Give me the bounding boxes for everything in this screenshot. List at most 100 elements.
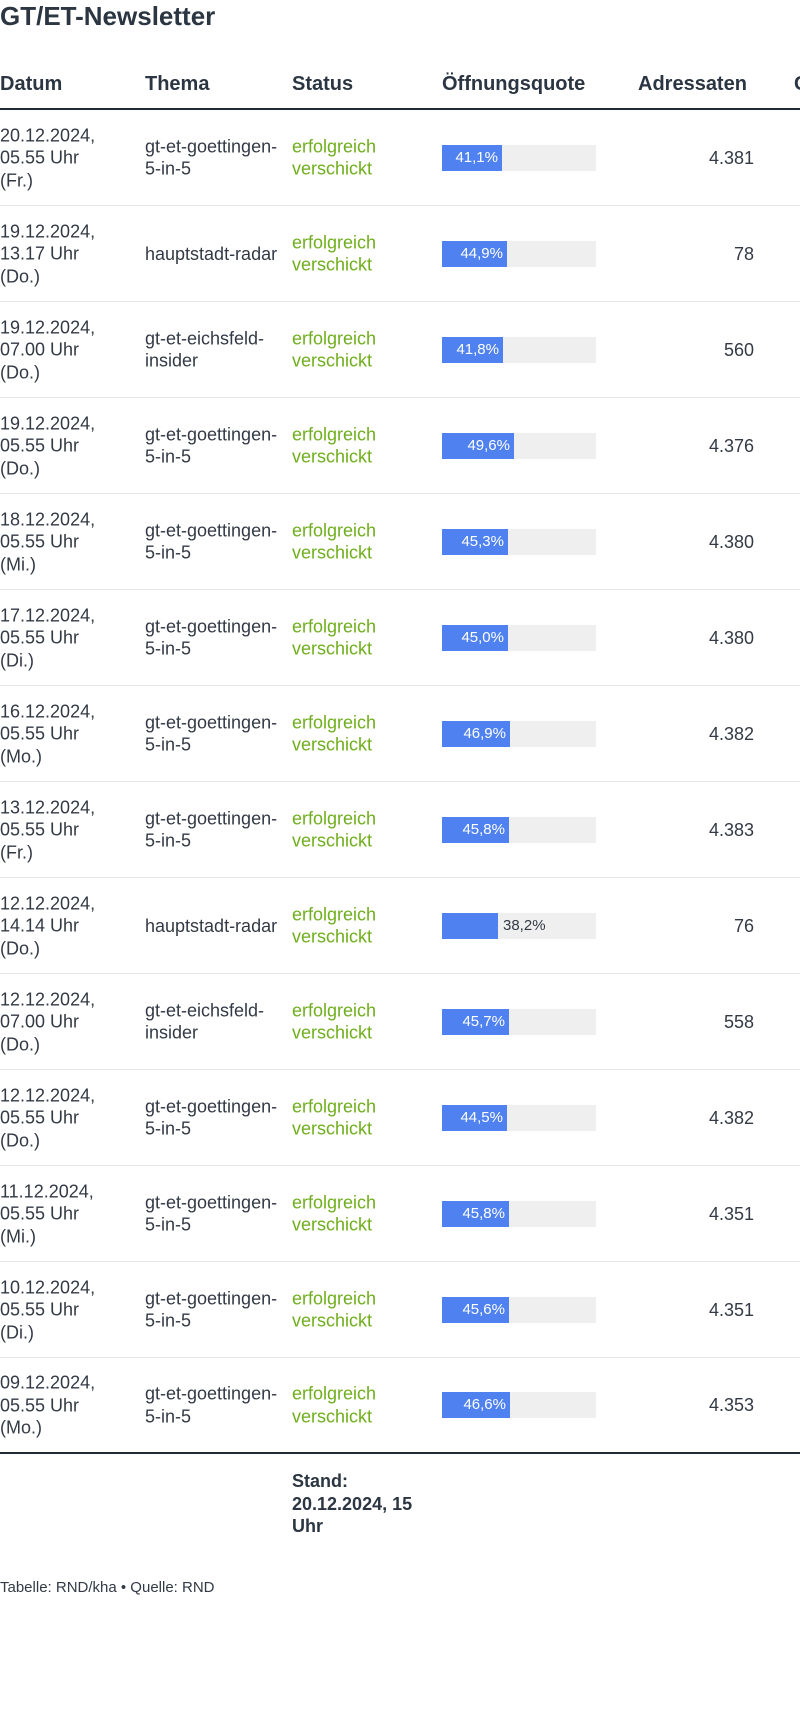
- cell-date: 16.12.2024, 05.55 Uhr (Mo.): [0, 700, 96, 766]
- open-rate-bar-track: 44,9%: [442, 240, 596, 267]
- open-rate-label: 41,8%: [456, 340, 499, 358]
- cell-recipients: 4.376: [708, 435, 754, 456]
- cell-recipients: 558: [723, 1011, 754, 1032]
- cell-theme: hauptstadt-radar: [145, 243, 278, 264]
- cell-date: 10.12.2024, 05.55 Uhr (Di.): [0, 1276, 96, 1342]
- open-rate-label: 45,8%: [462, 820, 505, 838]
- cell-date: 12.12.2024, 05.55 Uhr (Do.): [0, 1084, 96, 1150]
- cell-recipients: 4.382: [708, 723, 754, 744]
- cell-date: 20.12.2024, 05.55 Uhr (Fr.): [0, 124, 96, 190]
- cell-theme: gt-et-goettingen-5-in-5: [145, 712, 278, 755]
- cell-status: erfolgreich verschickt: [292, 1192, 377, 1235]
- table-header: Datum Thema Status Öffnungsquote Adressa…: [0, 62, 800, 110]
- cell-recipients: 78: [733, 243, 754, 264]
- column-header-open-rate[interactable]: Öffnungsquote: [442, 72, 585, 96]
- cell-status: erfolgreich verschickt: [292, 136, 377, 179]
- cell-theme: gt-et-goettingen-5-in-5: [145, 520, 278, 563]
- table-row: 12.12.2024, 05.55 Uhr (Do.) gt-et-goettin…: [0, 1070, 800, 1166]
- table-row: 13.12.2024, 05.55 Uhr (Fr.) gt-et-goettin…: [0, 782, 800, 878]
- cell-recipients: 4.382: [708, 1107, 754, 1128]
- cell-date: 19.12.2024, 13.17 Uhr (Do.): [0, 220, 96, 286]
- table-row: 09.12.2024, 05.55 Uhr (Mo.) gt-et-goettin…: [0, 1358, 800, 1454]
- cell-status: erfolgreich verschickt: [292, 712, 377, 755]
- table-body: 20.12.2024, 05.55 Uhr (Fr.) gt-et-goettin…: [0, 110, 800, 1454]
- open-rate-label: 45,8%: [462, 1204, 505, 1222]
- stand-timestamp: Stand: 20.12.2024, 15 Uhr: [292, 1471, 413, 1536]
- column-header-date[interactable]: Datum: [0, 72, 62, 96]
- column-header-theme[interactable]: Thema: [145, 72, 209, 96]
- table-row: 11.12.2024, 05.55 Uhr (Mi.) gt-et-goettin…: [0, 1166, 800, 1262]
- cell-status: erfolgreich verschickt: [292, 1383, 377, 1427]
- column-header-extra[interactable]: C: [794, 72, 800, 96]
- column-header-status[interactable]: Status: [292, 72, 353, 96]
- cell-status: erfolgreich verschickt: [292, 328, 377, 371]
- table-row: 19.12.2024, 07.00 Uhr (Do.) gt-et-eichsfe…: [0, 302, 800, 398]
- column-header-recipients[interactable]: Adressaten: [638, 72, 747, 96]
- cell-status: erfolgreich verschickt: [292, 1288, 377, 1331]
- cell-recipients: 4.351: [708, 1203, 754, 1224]
- cell-date: 09.12.2024, 05.55 Uhr (Mo.): [0, 1372, 96, 1438]
- open-rate-label: 41,1%: [455, 148, 498, 166]
- cell-theme: gt-et-eichsfeld-insider: [145, 1000, 265, 1043]
- table-row: 18.12.2024, 05.55 Uhr (Mi.) gt-et-goettin…: [0, 494, 800, 590]
- page-title: GT/ET-Newsletter: [0, 1, 216, 31]
- table-row: 20.12.2024, 05.55 Uhr (Fr.) gt-et-goettin…: [0, 110, 800, 206]
- table-row: 17.12.2024, 05.55 Uhr (Di.) gt-et-goettin…: [0, 590, 800, 686]
- open-rate-bar-track: 44,5%: [442, 1104, 596, 1131]
- cell-recipients: 4.383: [708, 819, 754, 840]
- cell-status: erfolgreich verschickt: [292, 1000, 377, 1043]
- cell-theme: gt-et-goettingen-5-in-5: [145, 616, 278, 659]
- table-row: 12.12.2024, 14.14 Uhr (Do.) hauptstadt-ra…: [0, 878, 800, 974]
- open-rate-label: 44,9%: [460, 244, 503, 262]
- open-rate-bar-track: 45,8%: [442, 1200, 596, 1227]
- open-rate-bar-track: 45,7%: [442, 1008, 596, 1035]
- table-row: 16.12.2024, 05.55 Uhr (Mo.) gt-et-goettin…: [0, 686, 800, 782]
- source-note: Tabelle: RND/kha • Quelle: RND: [0, 1579, 215, 1596]
- open-rate-label: 49,6%: [467, 436, 510, 454]
- open-rate-bar-track: 46,6%: [442, 1392, 596, 1418]
- cell-recipients: 4.380: [708, 531, 754, 552]
- cell-theme: gt-et-goettingen-5-in-5: [145, 136, 278, 179]
- cell-recipients: 4.381: [708, 147, 754, 168]
- table-footer: Stand: 20.12.2024, 15 Uhr: [0, 1454, 800, 1554]
- cell-status: erfolgreich verschickt: [292, 808, 377, 851]
- cell-date: 12.12.2024, 07.00 Uhr (Do.): [0, 988, 96, 1054]
- cell-theme: hauptstadt-radar: [145, 915, 278, 936]
- cell-date: 18.12.2024, 05.55 Uhr (Mi.): [0, 508, 96, 574]
- open-rate-bar-track: 38,2%: [442, 912, 596, 939]
- open-rate-bar-track: 45,3%: [442, 528, 596, 555]
- open-rate-label: 46,6%: [463, 1396, 506, 1413]
- open-rate-bar: [442, 912, 498, 939]
- cell-recipients: 560: [723, 339, 754, 360]
- open-rate-bar-track: 45,0%: [442, 624, 596, 651]
- cell-theme: gt-et-goettingen-5-in-5: [145, 808, 278, 851]
- cell-date: 11.12.2024, 05.55 Uhr (Mi.): [0, 1180, 94, 1246]
- open-rate-bar-track: 49,6%: [442, 432, 596, 459]
- open-rate-label: 45,3%: [461, 532, 504, 550]
- cell-date: 17.12.2024, 05.55 Uhr (Di.): [0, 604, 96, 670]
- open-rate-bar-track: 46,9%: [442, 720, 596, 747]
- cell-theme: gt-et-goettingen-5-in-5: [145, 1096, 278, 1139]
- cell-theme: gt-et-goettingen-5-in-5: [145, 424, 278, 467]
- open-rate-label: 38,2%: [503, 916, 546, 934]
- cell-recipients: 4.353: [708, 1394, 754, 1415]
- table-row: 19.12.2024, 13.17 Uhr (Do.) hauptstadt-ra…: [0, 206, 800, 302]
- open-rate-label: 46,9%: [463, 724, 506, 742]
- table-row: 19.12.2024, 05.55 Uhr (Do.) gt-et-goettin…: [0, 398, 800, 494]
- newsletter-table: Datum Thema Status Öffnungsquote Adressa…: [0, 62, 800, 1554]
- cell-status: erfolgreich verschickt: [292, 904, 377, 947]
- cell-status: erfolgreich verschickt: [292, 232, 377, 275]
- open-rate-bar-track: 45,8%: [442, 816, 596, 843]
- open-rate-bar-track: 41,8%: [442, 336, 596, 363]
- cell-recipients: 4.380: [708, 627, 754, 648]
- open-rate-bar-track: 45,6%: [442, 1296, 596, 1323]
- table-row: 10.12.2024, 05.55 Uhr (Di.) gt-et-goettin…: [0, 1262, 800, 1358]
- cell-status: erfolgreich verschickt: [292, 424, 377, 467]
- table-row: 12.12.2024, 07.00 Uhr (Do.) gt-et-eichsfe…: [0, 974, 800, 1070]
- cell-status: erfolgreich verschickt: [292, 1096, 377, 1139]
- cell-theme: gt-et-goettingen-5-in-5: [145, 1288, 278, 1331]
- cell-date: 13.12.2024, 05.55 Uhr (Fr.): [0, 796, 96, 862]
- open-rate-label: 45,7%: [462, 1012, 505, 1030]
- cell-theme: gt-et-eichsfeld-insider: [145, 328, 265, 371]
- cell-recipients: 76: [733, 915, 754, 936]
